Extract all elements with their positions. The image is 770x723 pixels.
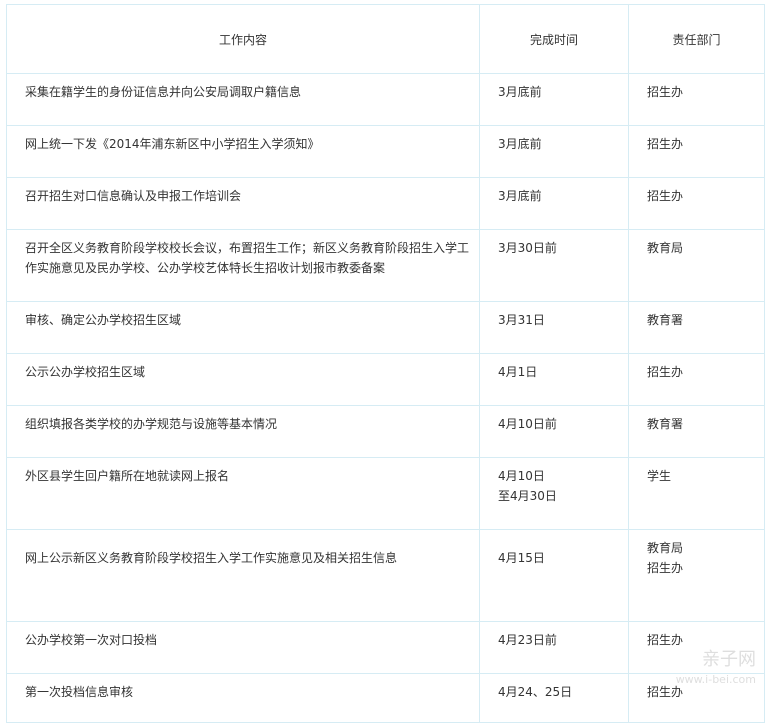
header-dept: 责任部门 xyxy=(628,4,765,74)
time-cell: 3月底前 xyxy=(479,73,629,126)
table-row: 召开招生对口信息确认及申报工作培训会 3月底前 招生办 xyxy=(6,177,765,230)
time-cell: 3月30日前 xyxy=(479,229,629,302)
time-cell: 3月底前 xyxy=(479,177,629,230)
time-cell: 3月底前 xyxy=(479,125,629,178)
time-cell: 3月31日 xyxy=(479,301,629,354)
dept-cell: 学生 xyxy=(628,457,765,530)
dept-cell: 教育局 招生办 xyxy=(628,529,765,622)
dept-cell: 招生办 xyxy=(628,177,765,230)
time-cell: 4月10日 至4月30日 xyxy=(479,457,629,530)
table-row: 公示公办学校招生区域 4月1日 招生办 xyxy=(6,353,765,406)
dept-cell: 教育署 xyxy=(628,405,765,458)
schedule-table: 工作内容 完成时间 责任部门 采集在籍学生的身份证信息并向公安局调取户籍信息 3… xyxy=(6,4,765,723)
task-line: 作实施意见及民办学校、公办学校艺体特长生招收计划报市教委备案 xyxy=(25,261,386,275)
time-cell: 4月23日前 xyxy=(479,621,629,674)
header-time: 完成时间 xyxy=(479,4,629,74)
task-cell: 第一次投档信息审核 xyxy=(6,673,480,723)
task-cell: 组织填报各类学校的办学规范与设施等基本情况 xyxy=(6,405,480,458)
table-row: 召开全区义务教育阶段学校校长会议，布置招生工作；新区义务教育阶段招生入学工 作实… xyxy=(6,229,765,302)
time-cell: 4月24、25日 xyxy=(479,673,629,723)
time-cell: 4月10日前 xyxy=(479,405,629,458)
time-line: 至4月30日 xyxy=(498,489,557,503)
task-cell: 召开招生对口信息确认及申报工作培训会 xyxy=(6,177,480,230)
dept-cell: 教育局 xyxy=(628,229,765,302)
table-row: 组织填报各类学校的办学规范与设施等基本情况 4月10日前 教育署 xyxy=(6,405,765,458)
dept-cell: 招生办 xyxy=(628,353,765,406)
table-row: 公办学校第一次对口投档 4月23日前 招生办 xyxy=(6,621,765,674)
time-line: 4月10日 xyxy=(498,469,545,483)
table-header-row: 工作内容 完成时间 责任部门 xyxy=(6,4,765,74)
task-cell: 召开全区义务教育阶段学校校长会议，布置招生工作；新区义务教育阶段招生入学工 作实… xyxy=(6,229,480,302)
time-cell: 4月1日 xyxy=(479,353,629,406)
watermark-url: www.i-bei.com xyxy=(675,673,756,686)
task-cell: 网上公示新区义务教育阶段学校招生入学工作实施意见及相关招生信息 xyxy=(6,529,480,622)
task-cell: 外区县学生回户籍所在地就读网上报名 xyxy=(6,457,480,530)
table-row: 采集在籍学生的身份证信息并向公安局调取户籍信息 3月底前 招生办 xyxy=(6,73,765,126)
dept-cell: 教育署 xyxy=(628,301,765,354)
dept-line: 教育局 xyxy=(647,541,684,555)
task-cell: 采集在籍学生的身份证信息并向公安局调取户籍信息 xyxy=(6,73,480,126)
watermark-text: 亲子网 xyxy=(702,649,756,670)
time-cell: 4月15日 xyxy=(479,529,629,622)
table-row: 第一次投档信息审核 4月24、25日 招生办 xyxy=(6,673,765,723)
task-line: 召开全区义务教育阶段学校校长会议，布置招生工作；新区义务教育阶段招生入学工 xyxy=(25,241,470,255)
table-row: 网上公示新区义务教育阶段学校招生入学工作实施意见及相关招生信息 4月15日 教育… xyxy=(6,529,765,622)
header-task: 工作内容 xyxy=(6,4,480,74)
task-cell: 公办学校第一次对口投档 xyxy=(6,621,480,674)
table-row: 网上统一下发《2014年浦东新区中小学招生入学须知》 3月底前 招生办 xyxy=(6,125,765,178)
dept-cell: 招生办 xyxy=(628,73,765,126)
table-row: 审核、确定公办学校招生区域 3月31日 教育署 xyxy=(6,301,765,354)
task-cell: 审核、确定公办学校招生区域 xyxy=(6,301,480,354)
task-cell: 公示公办学校招生区域 xyxy=(6,353,480,406)
dept-cell: 招生办 xyxy=(628,125,765,178)
table-row: 外区县学生回户籍所在地就读网上报名 4月10日 至4月30日 学生 xyxy=(6,457,765,530)
task-cell: 网上统一下发《2014年浦东新区中小学招生入学须知》 xyxy=(6,125,480,178)
dept-line: 招生办 xyxy=(647,561,684,575)
watermark: 亲子网 www.i-bei.com xyxy=(676,650,756,690)
